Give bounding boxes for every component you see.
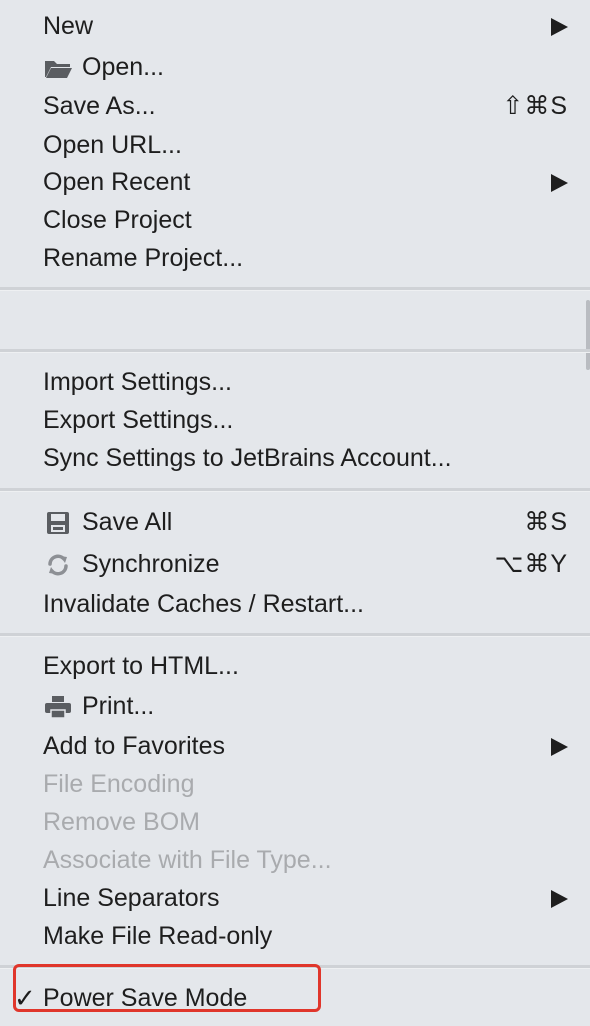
menu-item-print[interactable]: Print...	[0, 687, 590, 725]
menu-item-associate-file-type: Associate with File Type...	[0, 841, 590, 879]
file-menu: New Open... Save As... ⇧⌘S Open URL... O…	[0, 0, 590, 1026]
menu-item-export-settings[interactable]: Export Settings...	[0, 401, 590, 439]
menu-item-label: Associate with File Type...	[43, 846, 332, 874]
menu-item-label: Line Separators	[43, 884, 220, 912]
menu-item-label: Synchronize	[82, 550, 220, 578]
menu-item-export-html[interactable]: Export to HTML...	[0, 647, 590, 685]
menu-item-label: Save All	[82, 508, 173, 536]
menu-item-open-url[interactable]: Open URL...	[0, 126, 590, 164]
menu-item-label: Rename Project...	[43, 244, 244, 272]
menu-item-label: File Encoding	[43, 770, 195, 798]
menu-item-label: Export to HTML...	[43, 652, 239, 680]
menu-item-new[interactable]: New	[0, 7, 590, 45]
sync-icon	[48, 554, 68, 576]
menu-item-open-recent[interactable]: Open Recent	[0, 163, 590, 201]
menu-item-label: Make File Read-only	[43, 922, 273, 950]
menu-item-save-all[interactable]: Save All ⌘S	[0, 503, 590, 541]
menu-item-label: Add to Favorites	[43, 732, 226, 760]
menu-item-label: Close Project	[43, 206, 192, 234]
menu-item-synchronize[interactable]: Synchronize ⌥⌘Y	[0, 545, 590, 583]
folder-icon	[45, 61, 72, 78]
shortcut-label: ⌥⌘Y	[494, 550, 568, 578]
menu-item-import-settings[interactable]: Import Settings...	[0, 363, 590, 401]
scrollbar-thumb[interactable]	[586, 300, 590, 370]
menu-item-line-separators[interactable]: Line Separators	[0, 879, 590, 917]
menu-item-add-favorites[interactable]: Add to Favorites	[0, 727, 590, 765]
menu-separator	[0, 349, 590, 353]
menu-separator	[0, 488, 590, 492]
menu-item-label: Import Settings...	[43, 368, 232, 396]
menu-item-rename-project[interactable]: Rename Project...	[0, 239, 590, 277]
menu-item-sync-settings[interactable]: Sync Settings to JetBrains Account...	[0, 439, 590, 477]
shortcut-label: ⌘S	[524, 508, 568, 536]
menu-item-open[interactable]: Open...	[0, 48, 590, 86]
submenu-arrow-icon	[551, 738, 568, 756]
menu-separator	[0, 287, 590, 291]
menu-item-save-as[interactable]: Save As... ⇧⌘S	[0, 87, 590, 125]
menu-item-invalidate-caches[interactable]: Invalidate Caches / Restart...	[0, 585, 590, 623]
menu-item-close-project[interactable]: Close Project	[0, 201, 590, 239]
submenu-arrow-icon	[551, 890, 568, 908]
submenu-arrow-icon	[551, 174, 568, 192]
menu-separator	[0, 633, 590, 637]
highlight-annotation-box	[13, 964, 321, 1012]
menu-item-label: Print...	[82, 692, 155, 720]
shortcut-label: ⇧⌘S	[502, 92, 568, 120]
menu-item-label: New	[43, 12, 94, 40]
menu-item-label: Open...	[82, 53, 164, 81]
menu-item-file-encoding: File Encoding	[0, 765, 590, 803]
menu-item-label: Remove BOM	[43, 808, 200, 836]
menu-item-label: Sync Settings to JetBrains Account...	[43, 444, 452, 472]
menu-item-remove-bom: Remove BOM	[0, 803, 590, 841]
floppy-disk-icon	[47, 512, 69, 534]
printer-icon	[45, 696, 71, 719]
menu-item-label: Open URL...	[43, 131, 182, 159]
submenu-arrow-icon	[551, 18, 568, 36]
menu-item-label: Export Settings...	[43, 406, 234, 434]
menu-item-label: Open Recent	[43, 168, 191, 196]
menu-item-make-read-only[interactable]: Make File Read-only	[0, 917, 590, 955]
menu-item-label: Invalidate Caches / Restart...	[43, 590, 364, 618]
menu-item-label: Save As...	[43, 92, 156, 120]
